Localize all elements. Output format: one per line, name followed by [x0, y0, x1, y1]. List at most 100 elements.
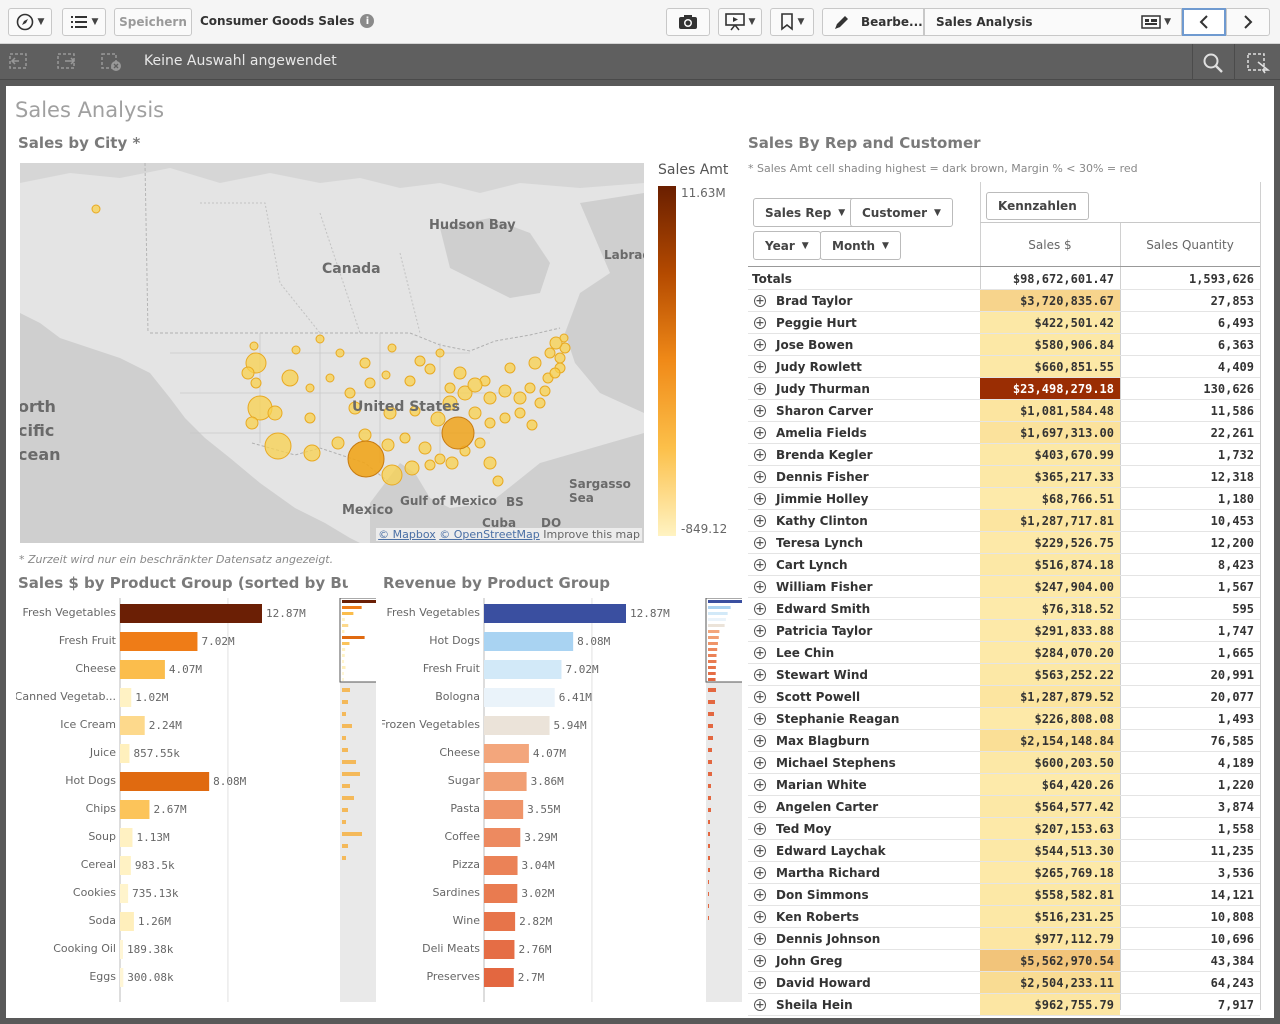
quantity-cell[interactable]: 10,453 — [1120, 510, 1260, 531]
table-row[interactable]: + David Howard $2,504,233.11 64,243 — [748, 972, 1260, 994]
expand-icon[interactable]: + — [754, 867, 766, 879]
expand-icon[interactable]: + — [754, 911, 766, 923]
bar[interactable] — [120, 800, 150, 819]
expand-icon[interactable]: + — [754, 691, 766, 703]
table-row[interactable]: + Ken Roberts $516,231.25 10,808 — [748, 906, 1260, 928]
bar[interactable] — [484, 744, 529, 763]
rep-name[interactable]: David Howard — [776, 976, 871, 990]
sales-cell[interactable]: $564,577.42 — [980, 796, 1120, 817]
quantity-cell[interactable]: 20,077 — [1120, 686, 1260, 707]
sales-cell[interactable]: $422,501.42 — [980, 312, 1120, 333]
quantity-cell[interactable]: 3,536 — [1120, 862, 1260, 883]
table-row[interactable]: + Michael Stephens $600,203.50 4,189 — [748, 752, 1260, 774]
table-row[interactable]: + Dennis Johnson $977,112.79 10,696 — [748, 928, 1260, 950]
expand-icon[interactable]: + — [754, 515, 766, 527]
expand-icon[interactable]: + — [754, 801, 766, 813]
navigation-compass-button[interactable]: ▼ — [8, 8, 52, 36]
search-icon[interactable] — [1202, 52, 1224, 74]
quantity-cell[interactable]: 1,665 — [1120, 642, 1260, 663]
sales-cell[interactable]: $229,526.75 — [980, 532, 1120, 553]
expand-icon[interactable]: + — [754, 559, 766, 571]
quantity-cell[interactable]: 1,567 — [1120, 576, 1260, 597]
rep-name[interactable]: Ken Roberts — [776, 910, 859, 924]
quantity-cell[interactable]: 20,991 — [1120, 664, 1260, 685]
quantity-cell[interactable]: 130,626 — [1120, 378, 1260, 399]
quantity-cell[interactable]: 10,696 — [1120, 928, 1260, 949]
table-row[interactable]: + Marian White $64,420.26 1,220 — [748, 774, 1260, 796]
rep-name[interactable]: Sheila Hein — [776, 998, 853, 1012]
bar[interactable] — [484, 632, 574, 651]
sales-cell[interactable]: $68,766.51 — [980, 488, 1120, 509]
sales-cell[interactable]: $1,697,313.00 — [980, 422, 1120, 443]
mapbox-link[interactable]: © Mapbox — [378, 528, 436, 541]
sales-cell[interactable]: $403,670.99 — [980, 444, 1120, 465]
sales-cell[interactable]: $5,562,970.54 — [980, 950, 1120, 971]
dim-customer[interactable]: Customer ▼ — [850, 198, 953, 227]
sales-cell[interactable]: $2,154,148.84 — [980, 730, 1120, 751]
quantity-cell[interactable]: 10,808 — [1120, 906, 1260, 927]
dim-sales-rep[interactable]: Sales Rep ▼ — [753, 198, 858, 227]
table-row[interactable]: + Angelen Carter $564,577.42 3,874 — [748, 796, 1260, 818]
expand-icon[interactable]: + — [754, 933, 766, 945]
rep-name[interactable]: Stewart Wind — [776, 668, 868, 682]
bar[interactable] — [484, 912, 516, 931]
sales-cell[interactable]: $284,070.20 — [980, 642, 1120, 663]
sales-by-product-group-chart[interactable]: Fresh Vegetables 12.87M Fresh Fruit 7.02M Ch… — [16, 598, 376, 1008]
sales-cell[interactable]: $265,769.18 — [980, 862, 1120, 883]
quantity-cell[interactable]: 1,180 — [1120, 488, 1260, 509]
expand-icon[interactable]: + — [754, 493, 766, 505]
rep-name[interactable]: Ted Moy — [776, 822, 832, 836]
rep-name[interactable]: John Greg — [776, 954, 842, 968]
sheet-selector[interactable]: Sales Analysis ▼ — [924, 8, 1182, 36]
quantity-cell[interactable]: 1,220 — [1120, 774, 1260, 795]
bar[interactable] — [484, 772, 527, 791]
improve-map-link[interactable]: Improve this map — [543, 528, 640, 541]
bar[interactable] — [484, 604, 626, 623]
bar[interactable] — [484, 716, 550, 735]
bar[interactable] — [120, 968, 124, 987]
rep-name[interactable]: Stephanie Reagan — [776, 712, 899, 726]
table-row[interactable]: + Max Blagburn $2,154,148.84 76,585 — [748, 730, 1260, 752]
bar[interactable] — [120, 716, 145, 735]
bar[interactable] — [120, 688, 132, 707]
previous-sheet-button[interactable] — [1182, 8, 1226, 36]
sales-cell[interactable]: $226,808.08 — [980, 708, 1120, 729]
rep-name[interactable]: Judy Thurman — [776, 382, 870, 396]
col-header-quantity[interactable]: Sales Quantity — [1120, 238, 1260, 252]
rep-name[interactable]: Angelen Carter — [776, 800, 878, 814]
sales-cell[interactable]: $1,081,584.48 — [980, 400, 1120, 421]
quantity-cell[interactable]: 1,732 — [1120, 444, 1260, 465]
quantity-cell[interactable]: 1,747 — [1120, 620, 1260, 641]
table-row[interactable]: + Lee Chin $284,070.20 1,665 — [748, 642, 1260, 664]
table-row[interactable]: + Jose Bowen $580,906.84 6,363 — [748, 334, 1260, 356]
edit-button[interactable]: Bearbe... — [822, 8, 924, 36]
rep-name[interactable]: Judy Rowlett — [776, 360, 862, 374]
sales-cell[interactable]: $1,287,879.52 — [980, 686, 1120, 707]
sales-cell[interactable]: $207,153.63 — [980, 818, 1120, 839]
expand-icon[interactable]: + — [754, 669, 766, 681]
rep-name[interactable]: Brenda Kegler — [776, 448, 873, 462]
sales-cell[interactable]: $291,833.88 — [980, 620, 1120, 641]
quantity-cell[interactable]: 1,493 — [1120, 708, 1260, 729]
sales-cell[interactable]: $660,851.55 — [980, 356, 1120, 377]
osm-link[interactable]: © OpenStreetMap — [439, 528, 540, 541]
bar[interactable] — [484, 800, 524, 819]
mini-chart-window[interactable] — [339, 598, 376, 683]
table-row[interactable]: + Edward Laychak $544,513.30 11,235 — [748, 840, 1260, 862]
step-forward-icon[interactable] — [56, 52, 78, 72]
bar[interactable] — [120, 660, 165, 679]
save-button[interactable]: Speichern — [114, 8, 192, 36]
sales-map[interactable]: Hudson Bay Canada Labrad orth cific cean… — [20, 163, 644, 543]
sales-cell[interactable]: $544,513.30 — [980, 840, 1120, 861]
sales-cell[interactable]: $516,874.18 — [980, 554, 1120, 575]
table-row[interactable]: + Stewart Wind $563,252.22 20,991 — [748, 664, 1260, 686]
kennzahlen-button[interactable]: Kennzahlen — [986, 192, 1089, 220]
table-row[interactable]: + Sheila Hein $962,755.79 7,917 — [748, 994, 1260, 1016]
quantity-cell[interactable]: 76,585 — [1120, 730, 1260, 751]
expand-icon[interactable]: + — [754, 647, 766, 659]
bar[interactable] — [484, 828, 521, 847]
quantity-cell[interactable]: 4,409 — [1120, 356, 1260, 377]
expand-icon[interactable]: + — [754, 383, 766, 395]
sales-cell[interactable]: $2,504,233.11 — [980, 972, 1120, 993]
sales-cell[interactable]: $580,906.84 — [980, 334, 1120, 355]
